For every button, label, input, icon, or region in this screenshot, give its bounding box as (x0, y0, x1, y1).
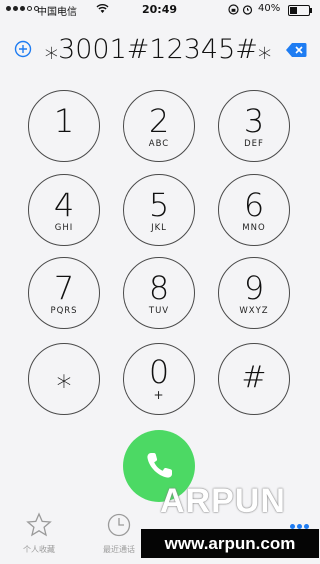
watermark-url: www.arpun.com (141, 529, 319, 558)
key-digit: # (241, 360, 267, 395)
tab-favorites[interactable]: 个人收藏 (9, 512, 69, 555)
key-letters: DEF (244, 139, 264, 149)
key-digit: 2 (148, 102, 170, 140)
battery-icon (288, 5, 312, 16)
key-letters: ABC (148, 139, 170, 149)
rotation-lock-icon (228, 4, 239, 15)
key-letters: MNO (242, 223, 266, 233)
key-2[interactable]: 2 ABC (123, 90, 195, 162)
key-digit: 5 (148, 186, 170, 224)
key-letters: GHI (54, 223, 74, 233)
key-letters: TUV (148, 306, 170, 316)
backspace-icon[interactable] (285, 42, 307, 58)
dial-display: ⁎3001#12345#⁎ (0, 30, 319, 70)
key-star[interactable]: ⁎ (28, 343, 100, 415)
key-letters: WXYZ (239, 306, 269, 316)
key-1[interactable]: 1 (28, 90, 100, 162)
key-digit: ⁎ (56, 360, 72, 395)
key-hash[interactable]: # (218, 343, 290, 415)
key-digit: 3 (243, 102, 265, 140)
key-letters: JKL (151, 223, 167, 233)
key-7[interactable]: 7 PQRS (28, 257, 100, 329)
dialed-number[interactable]: ⁎3001#12345#⁎ (38, 34, 278, 65)
key-letters: PQRS (50, 306, 78, 316)
tab-recents[interactable]: 最近通话 (89, 512, 149, 555)
battery-level (290, 7, 297, 14)
key-digit: 8 (148, 269, 170, 307)
key-8[interactable]: 8 TUV (123, 257, 195, 329)
key-3[interactable]: 3 DEF (218, 90, 290, 162)
key-letters: + (153, 388, 165, 402)
key-digit: 4 (53, 186, 75, 224)
key-digit: 6 (243, 186, 265, 224)
battery-percent: 40% (258, 3, 281, 14)
key-digit: 9 (243, 269, 265, 307)
key-9[interactable]: 9 WXYZ (218, 257, 290, 329)
tab-recents-label: 最近通话 (103, 545, 135, 554)
key-4[interactable]: 4 GHI (28, 174, 100, 246)
watermark-logo: ARPUN (160, 482, 286, 520)
tab-favorites-label: 个人收藏 (23, 545, 55, 554)
key-digit: 7 (53, 269, 75, 307)
status-bar: 中国电信 20:49 40% (0, 0, 319, 20)
star-icon (26, 512, 52, 537)
key-0[interactable]: 0 + (123, 343, 195, 415)
key-6[interactable]: 6 MNO (218, 174, 290, 246)
add-contact-icon[interactable] (14, 40, 32, 58)
key-5[interactable]: 5 JKL (123, 174, 195, 246)
key-digit: 1 (53, 102, 75, 140)
key-digit: 0 (148, 353, 170, 391)
alarm-icon (242, 5, 253, 15)
phone-icon (147, 453, 172, 478)
clock-icon (107, 513, 131, 537)
